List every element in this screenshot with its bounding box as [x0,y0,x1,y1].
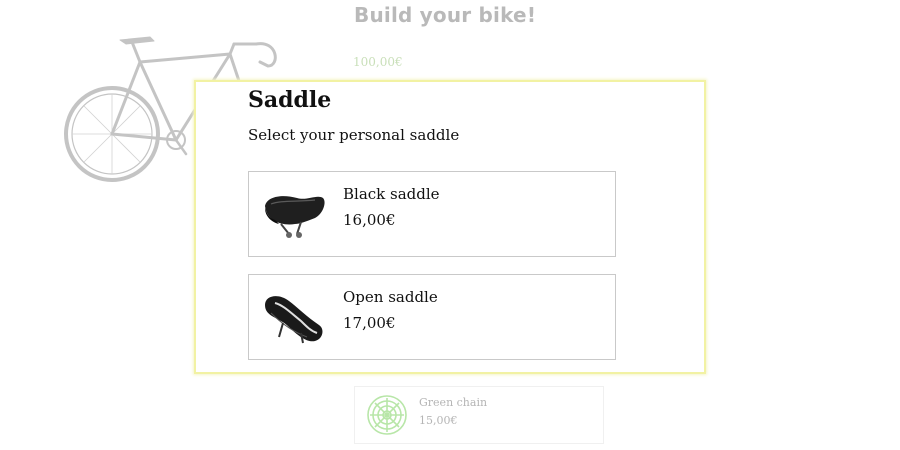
option-name: Black saddle [343,185,440,203]
open-saddle-image [265,296,323,344]
chain-image [367,395,407,435]
option-open-saddle[interactable]: Open saddle 17,00€ [248,274,616,360]
modal-subtitle: Select your personal saddle [248,126,460,144]
modal-title: Saddle [248,87,332,113]
chain-option-price: 15,00€ [419,414,458,427]
total-price: 100,00€ [353,55,403,69]
option-price: 16,00€ [343,211,396,229]
chain-option-name: Green chain [419,396,488,409]
page-title: Build your bike! [354,3,537,27]
option-price: 17,00€ [343,314,396,332]
option-name: Open saddle [343,288,438,306]
option-black-saddle[interactable]: Black saddle 16,00€ [248,171,616,257]
saddle-modal: Saddle Select your personal saddle Black… [194,80,706,374]
black-saddle-image [265,196,325,238]
chain-option-card: Green chain 15,00€ [354,386,604,444]
